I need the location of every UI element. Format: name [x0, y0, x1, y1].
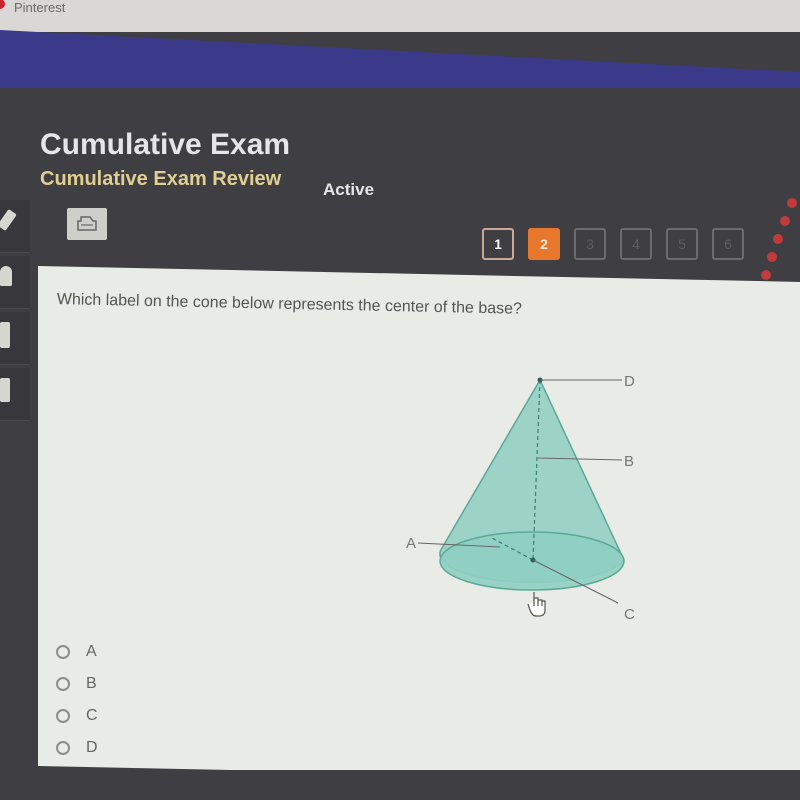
label-d: D [624, 373, 635, 390]
option-label: C [86, 707, 98, 724]
radio-button[interactable] [56, 709, 70, 723]
question-pager: 1 2 3 4 5 6 [482, 228, 744, 260]
page-button-2[interactable]: 2 [528, 228, 560, 260]
headphones-icon [0, 266, 12, 286]
radio-button[interactable] [56, 741, 70, 755]
pencil-icon [0, 208, 17, 232]
option-d[interactable]: D [56, 732, 98, 764]
page-subtitle: Cumulative Exam Review [40, 168, 282, 190]
print-button[interactable] [67, 208, 107, 240]
cone-diagram: D B A C [406, 373, 635, 623]
page-title: Cumulative Exam [40, 128, 291, 161]
status-label: Active [323, 180, 375, 199]
option-label: B [86, 675, 97, 692]
footer-band [0, 770, 800, 800]
tool-reference[interactable] [0, 368, 30, 421]
label-a: A [406, 535, 416, 552]
browser-tab-bar: Pinterest [0, 0, 800, 32]
option-label: A [86, 643, 97, 660]
tool-pencil[interactable] [0, 200, 30, 253]
tool-calculator[interactable] [0, 312, 30, 365]
label-b: B [624, 453, 634, 470]
browser-tab-title[interactable]: Pinterest [14, 0, 65, 15]
option-a[interactable]: A [56, 636, 98, 668]
sidebar-tools [0, 200, 30, 430]
calculator-icon [0, 322, 10, 348]
page-button-3[interactable]: 3 [574, 228, 606, 260]
radio-button[interactable] [56, 677, 70, 691]
tool-headphones[interactable] [0, 256, 30, 309]
label-c: C [624, 606, 635, 623]
page-button-6[interactable]: 6 [712, 228, 744, 260]
page-button-1[interactable]: 1 [482, 228, 514, 260]
option-b[interactable]: B [56, 668, 98, 700]
radio-button[interactable] [56, 645, 70, 659]
page-button-4[interactable]: 4 [620, 228, 652, 260]
pinterest-logo-icon [0, 0, 5, 9]
hand-cursor-icon [527, 592, 546, 617]
option-label: D [86, 739, 98, 756]
option-c[interactable]: C [56, 700, 98, 732]
reference-sheet-icon [0, 378, 10, 402]
printer-icon [77, 216, 97, 231]
answer-options: A B C D [56, 636, 98, 764]
page-button-5[interactable]: 5 [666, 228, 698, 260]
